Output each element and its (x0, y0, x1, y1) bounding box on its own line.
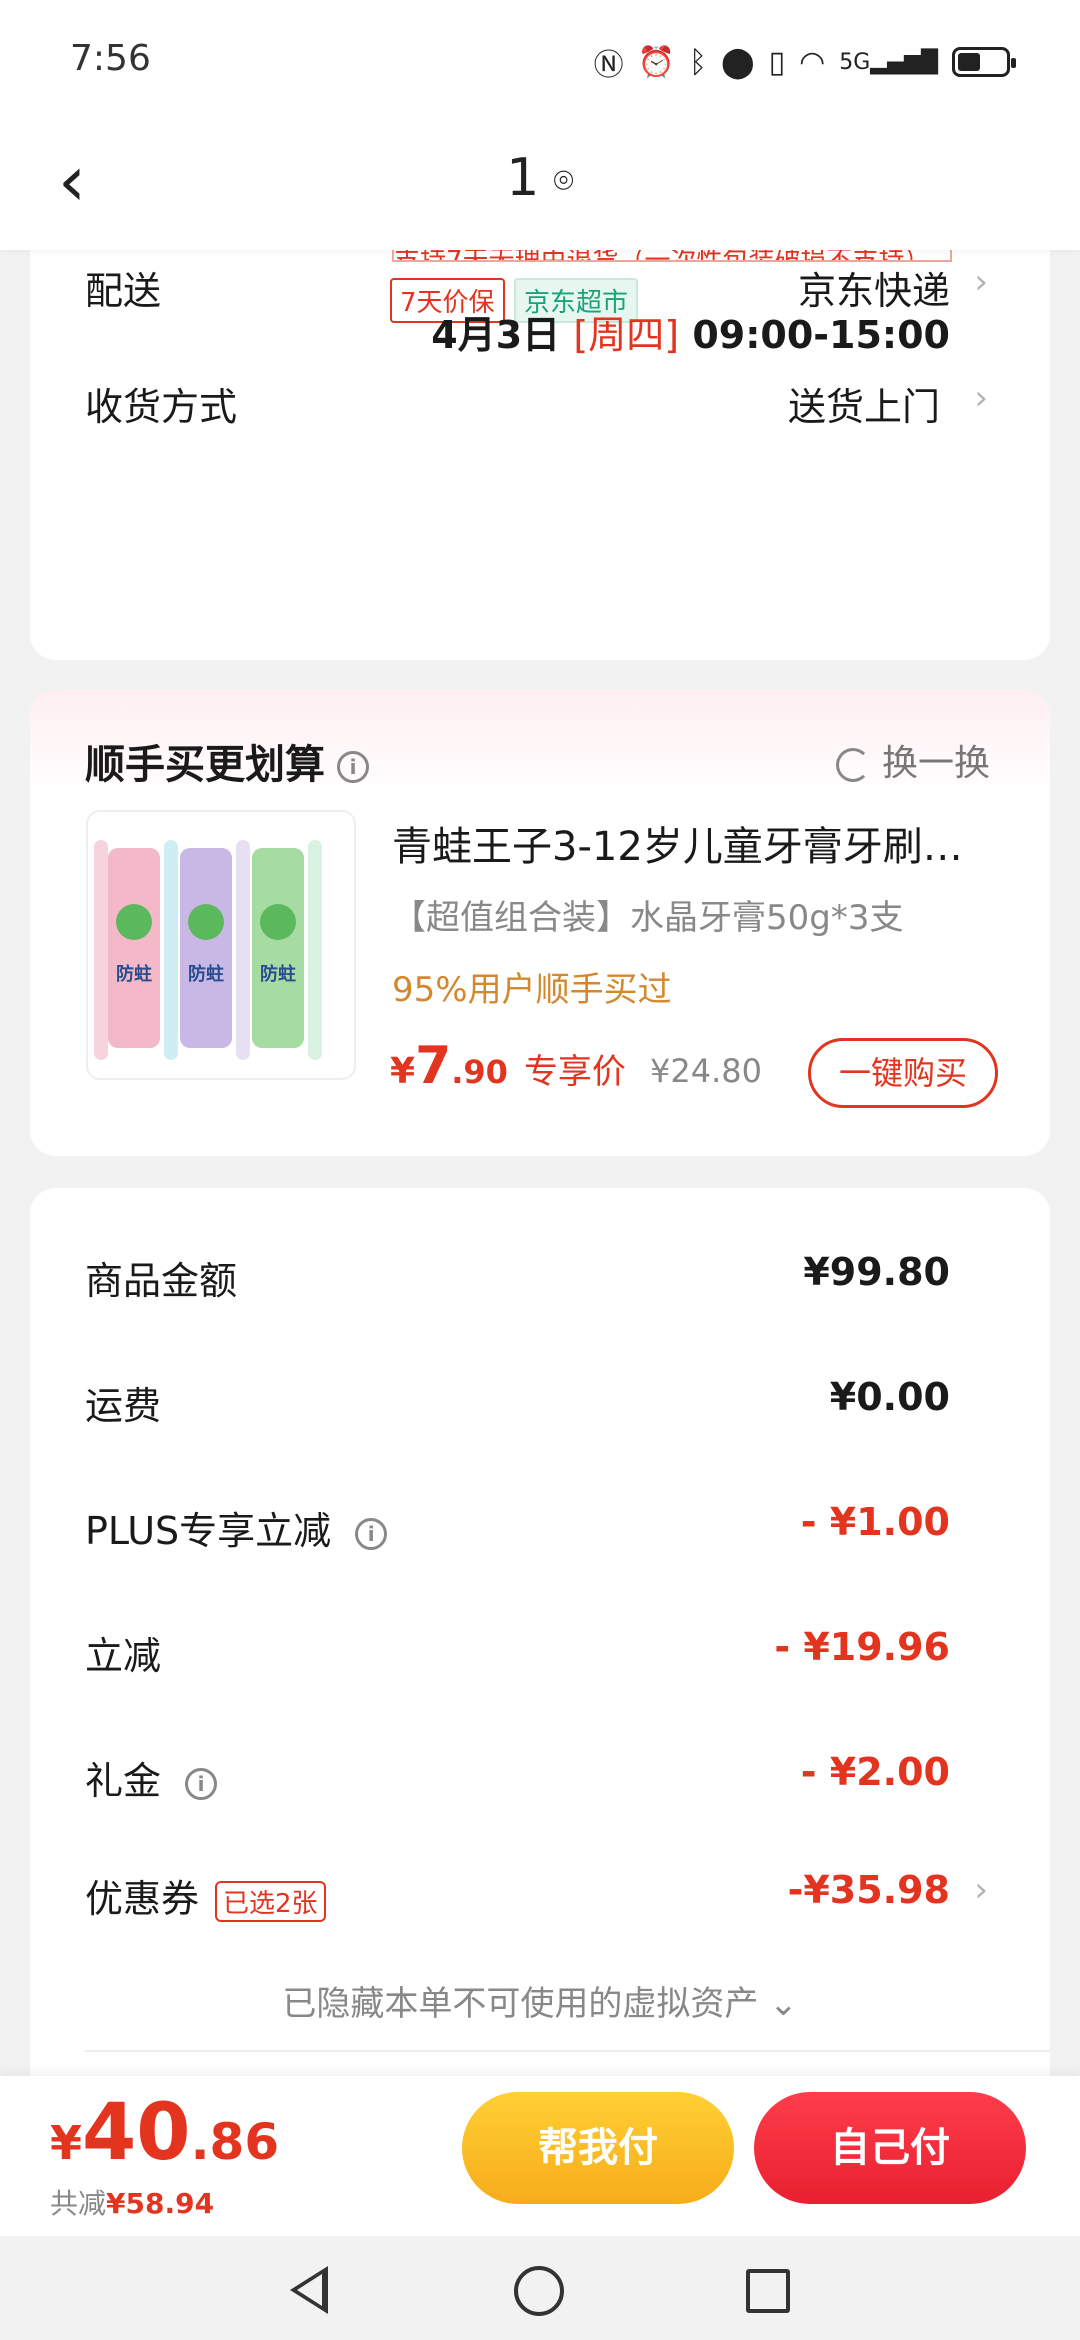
coupon-label: 优惠券 已选2张 (85, 1868, 326, 1923)
goods-amount-row: 商品金额 ¥99.80 (30, 1250, 1050, 1310)
receive-chevron-icon[interactable]: › (974, 378, 988, 418)
status-time: 7:56 (70, 38, 151, 79)
checkout-bar: ¥40.86 共减¥58.94 帮我付 自己付 (0, 2076, 1080, 2236)
instant-discount-label: 立减 (85, 1634, 162, 1678)
nfc-icon: Ⓝ (593, 48, 624, 83)
goods-amount-value: ¥99.80 (803, 1250, 950, 1294)
refresh-icon (835, 748, 870, 782)
receive-method-label: 收货方式 (85, 385, 238, 429)
receive-method-value[interactable]: 送货上门 (788, 376, 940, 431)
delivery-time[interactable]: 4月3日 [周四] 09:00-15:00 (431, 304, 950, 359)
vibrate-icon: ▯ (768, 44, 786, 80)
total-saved: 共减¥58.94 (50, 2187, 215, 2220)
help-me-pay-button[interactable]: 帮我付 (462, 2092, 734, 2204)
product-image-label: 防蛀 (260, 963, 296, 985)
nav-back-icon[interactable] (290, 2266, 328, 2314)
info-icon[interactable]: i (337, 751, 369, 783)
location-pin-icon[interactable]: ⌾ (553, 161, 573, 201)
shipping-fee-row: 运费 ¥0.00 (30, 1375, 1050, 1435)
instant-discount-row: 立减 - ¥19.96 (30, 1625, 1050, 1685)
product-price: ¥7.90 专享价 (390, 1036, 626, 1096)
plus-discount-row: PLUS专享立减 i - ¥1.00 (30, 1500, 1050, 1560)
goods-amount-label: 商品金额 (85, 1259, 238, 1303)
hidden-assets-toggle[interactable]: 已隐藏本单不可使用的虚拟资产 ⌄ (30, 1976, 1050, 2025)
exclusive-price-label: 专享价 (523, 1052, 626, 1092)
product-image-label: 防蛀 (188, 963, 224, 985)
coupon-row[interactable]: 优惠券 已选2张 -¥35.98 › (30, 1868, 1050, 1928)
status-bar: 7:56 Ⓝ ⏰ ᛒ ⬤ ▯ ◠ 5G▂▄▆█ (0, 0, 1080, 120)
delivery-time-range: 09:00-15:00 (692, 313, 950, 357)
plus-discount-label: PLUS专享立减 i (85, 1500, 388, 1555)
wifi-icon: ◠ (799, 44, 826, 80)
plus-discount-value: - ¥1.00 (800, 1500, 950, 1544)
coupon-value[interactable]: -¥35.98 (788, 1868, 950, 1912)
recommend-title: 顺手买更划算 i (85, 732, 369, 790)
address-label[interactable]: 1 (506, 148, 539, 208)
system-nav-bar (0, 2236, 1080, 2340)
shipping-chevron-icon[interactable]: › (974, 262, 988, 302)
page-title: 1 ⌾ (0, 148, 1080, 208)
alarm-icon: ⏰ (637, 44, 675, 80)
one-click-buy-button[interactable]: 一键购买 (808, 1038, 998, 1108)
coupon-chevron-icon[interactable]: › (974, 1870, 988, 1910)
order-summary-card: 商品金额 ¥99.80 运费 ¥0.00 PLUS专享立减 i - ¥1.00 立… (30, 1188, 1050, 2188)
total-price: ¥40.86 (50, 2088, 280, 2178)
product-buyers: 95%用户顺手买过 (392, 970, 672, 1010)
instant-discount-value: - ¥19.96 (774, 1625, 950, 1669)
shipping-label: 配送 (85, 269, 162, 313)
delivery-weekday: [周四] (573, 313, 680, 357)
original-price: ¥24.80 (650, 1052, 762, 1090)
gift-money-row: 礼金 i - ¥2.00 (30, 1750, 1050, 1810)
shipping-fee-label: 运费 (85, 1384, 162, 1428)
gift-money-value: - ¥2.00 (800, 1750, 950, 1794)
coupon-selected-tag: 已选2张 (215, 1881, 326, 1922)
nav-bar: ‹ 1 ⌾ (0, 120, 1080, 250)
bluetooth-icon: ᛒ (688, 44, 707, 80)
product-name[interactable]: 青蛙王子3-12岁儿童牙膏牙刷… (392, 814, 992, 872)
info-icon[interactable]: i (355, 1517, 388, 1550)
status-icons: Ⓝ ⏰ ᛒ ⬤ ▯ ◠ 5G▂▄▆█ (593, 40, 1016, 84)
location-icon: ⬤ (720, 44, 755, 80)
nav-home-icon[interactable] (514, 2266, 564, 2316)
recommend-card: 顺手买更划算 i 换一换 防蛀 防蛀 防蛀 青蛙王子3-12岁儿童牙膏牙刷… 【超… (30, 690, 1050, 1156)
nav-recents-icon[interactable] (746, 2269, 790, 2313)
delivery-date: 4月3日 (431, 313, 561, 357)
delivery-card: 支持7天无理由退货（一次性包装破损不支持） 7天价保 京东超市 配送 京东快递 … (30, 200, 1050, 660)
info-icon[interactable]: i (185, 1767, 218, 1800)
product-desc: 【超值组合装】水晶牙膏50g*3支 (392, 898, 904, 938)
gift-money-label: 礼金 i (85, 1750, 218, 1805)
signal-5g-icon: 5G▂▄▆█ (839, 49, 938, 75)
shipping-fee-value: ¥0.00 (829, 1375, 950, 1419)
swap-button[interactable]: 换一换 (835, 734, 990, 786)
battery-icon (952, 47, 1016, 77)
product-image-label: 防蛀 (116, 963, 152, 985)
pay-myself-button[interactable]: 自己付 (754, 2092, 1026, 2204)
divider (85, 2050, 1050, 2052)
product-image[interactable]: 防蛀 防蛀 防蛀 (86, 810, 356, 1080)
